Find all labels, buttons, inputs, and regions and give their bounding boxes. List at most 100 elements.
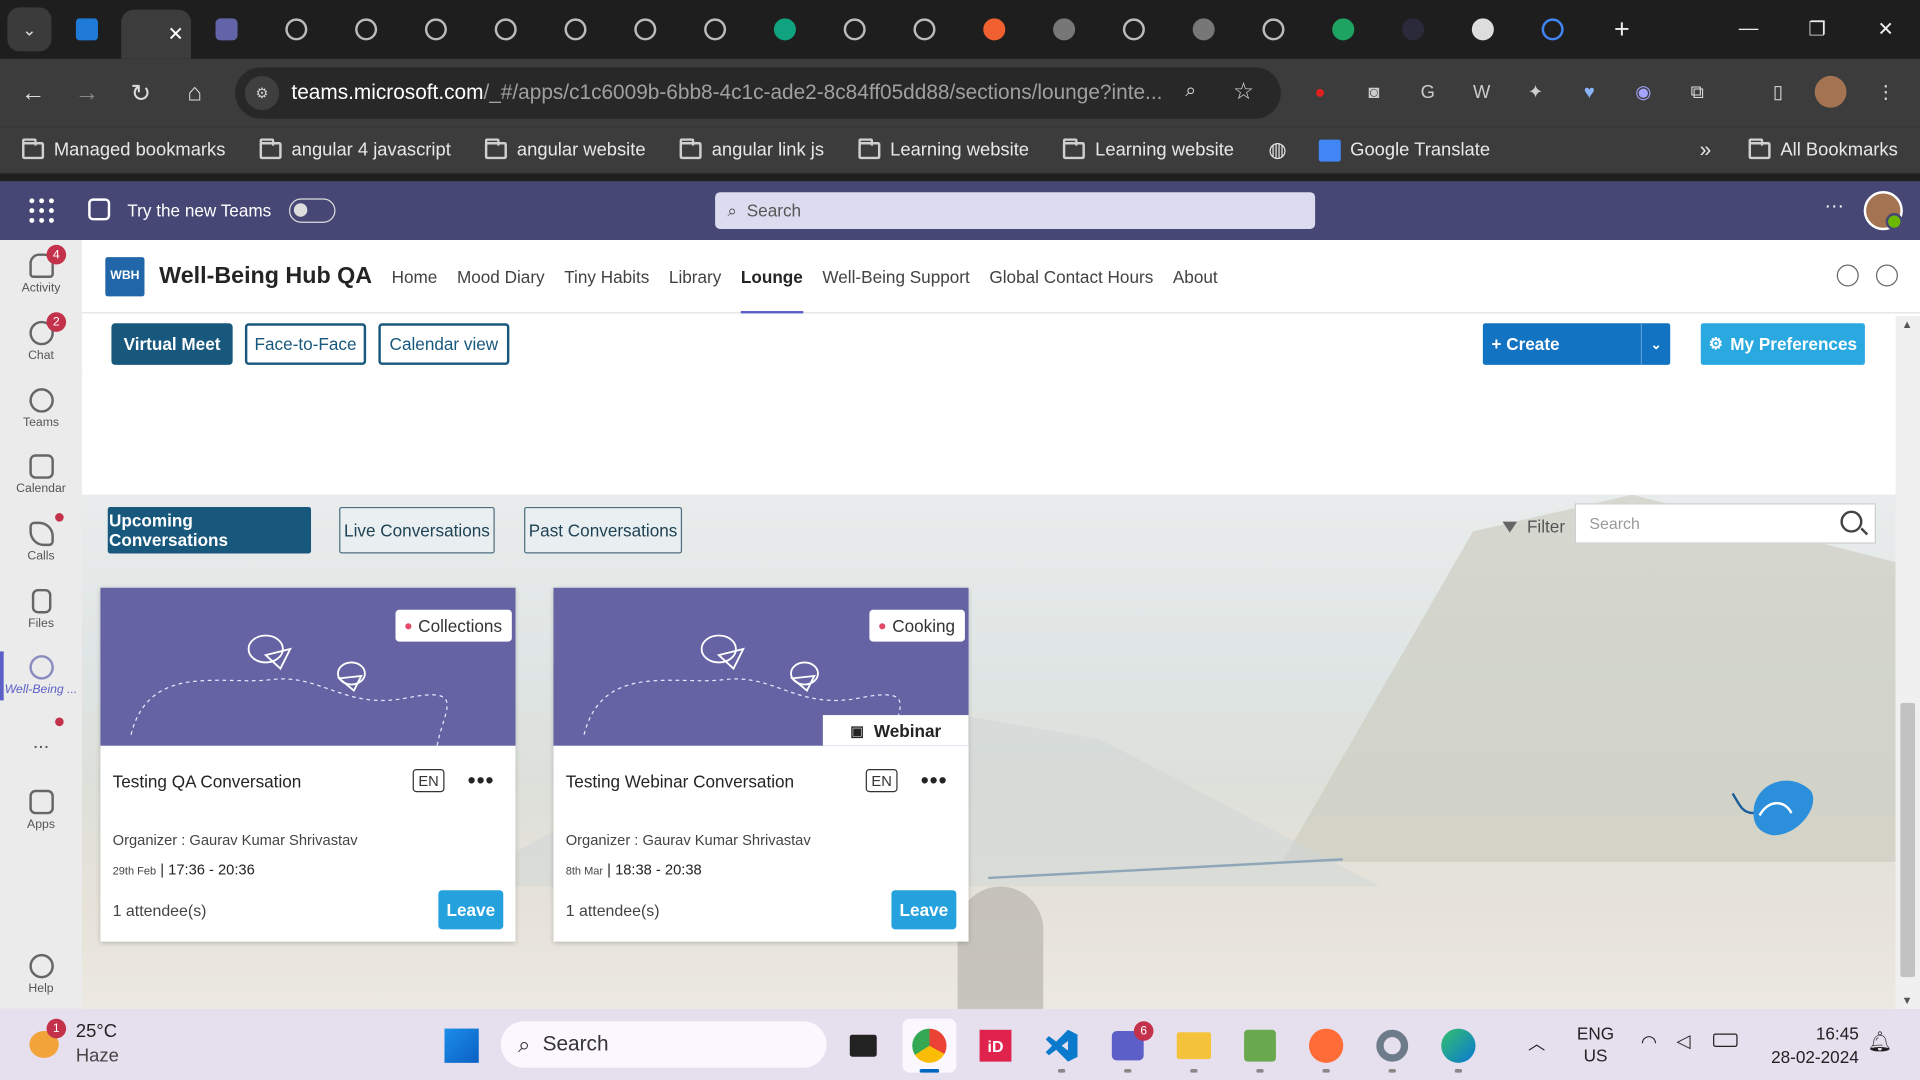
tab-global-contact-hours[interactable]: Global Contact Hours [989,240,1153,313]
tab-past-conversations[interactable]: Past Conversations [524,506,683,554]
address-bar[interactable]: ⚙ teams.microsoft.com/_#/apps/c1c6009b-6… [235,67,1281,119]
close-window-icon[interactable]: ✕ [1851,0,1920,59]
browser-tab[interactable] [261,7,331,51]
bookmark-managed[interactable]: Managed bookmarks [22,137,225,160]
app-taskbar-icon[interactable] [1233,1019,1287,1073]
edge-taskbar-icon[interactable] [1431,1019,1485,1073]
browser-tab[interactable] [680,7,750,51]
tab-tiny-habits[interactable]: Tiny Habits [564,240,649,313]
browser-tab[interactable] [959,7,1029,51]
search-icon[interactable] [1840,510,1863,533]
new-tab-button[interactable]: + [1587,7,1657,51]
close-tab-icon[interactable]: ✕ [168,22,184,46]
browser-tab[interactable] [1168,7,1238,51]
vscode-taskbar-icon[interactable] [1035,1019,1089,1073]
weather-widget[interactable]: 1 25°C Haze [24,1016,134,1072]
home-icon[interactable]: ⌂ [168,66,222,120]
filter-button[interactable]: Filter [1502,517,1565,536]
grammarly-icon[interactable]: G [1409,73,1446,110]
url-text[interactable]: teams.microsoft.com/_#/apps/c1c6009b-6bb… [291,81,1173,105]
face-to-face-button[interactable]: Face-to-Face [244,323,367,365]
refresh-icon[interactable] [1836,264,1859,287]
browser-tab[interactable] [1517,7,1587,51]
bookmark-star-icon[interactable]: ☆ [1233,78,1254,106]
globe-icon[interactable] [1875,264,1898,287]
scroll-down-icon[interactable]: ▼ [1902,994,1913,1006]
settings-taskbar-icon[interactable] [1365,1019,1419,1073]
task-view-icon[interactable] [836,1019,890,1073]
browser-tab[interactable] [1238,7,1308,51]
bookmark-google-translate[interactable]: Google Translate [1318,138,1490,162]
bookmark-folder[interactable]: angular link js [679,137,824,160]
browser-tab[interactable] [540,7,610,51]
more-options-icon[interactable]: ··· [1824,196,1844,218]
browser-menu-icon[interactable]: ⋮ [1867,73,1904,110]
zoom-icon[interactable]: ⌕ [1185,81,1196,103]
wifi-icon[interactable]: ◠ [1641,1031,1657,1053]
indesign-taskbar-icon[interactable]: iD [969,1019,1023,1073]
browser-tab[interactable] [51,7,121,51]
back-icon[interactable]: ← [6,66,60,120]
browser-tab[interactable] [470,7,540,51]
tab-upcoming-conversations[interactable]: Upcoming Conversations [107,506,312,554]
more-bookmarks-icon[interactable]: » [1700,138,1712,162]
conversation-search-input[interactable]: Search [1574,503,1876,544]
new-teams-toggle[interactable] [288,198,335,223]
rail-item-more[interactable]: ... [0,709,82,778]
tab-library[interactable]: Library [669,240,721,313]
user-avatar[interactable] [1863,191,1903,231]
rail-item-teams[interactable]: Teams [0,375,82,444]
side-panel-icon[interactable]: ▯ [1760,73,1797,110]
rail-item-files[interactable]: Files [0,576,82,645]
tab-mood-diary[interactable]: Mood Diary [457,240,545,313]
browser-tab[interactable] [400,7,470,51]
browser-tab[interactable] [610,7,680,51]
browser-tab[interactable] [191,7,261,51]
chrome-taskbar-icon[interactable] [902,1018,957,1073]
camera-extension-icon[interactable]: ◙ [1356,73,1393,110]
rail-item-chat[interactable]: Chat 2 [0,307,82,376]
extensions-puzzle-icon[interactable]: ⧉ [1679,73,1716,110]
tab-lounge[interactable]: Lounge [740,240,803,313]
virtual-meet-button[interactable]: Virtual Meet [111,323,233,365]
extension-icon[interactable]: ◉ [1625,73,1662,110]
rail-item-calls[interactable]: Calls [0,508,82,577]
browser-tab[interactable] [1098,7,1168,51]
app-launcher-icon[interactable] [29,198,54,223]
taskbar-search[interactable]: ⌕ Search [500,1021,827,1068]
input-language[interactable]: ENG US [1571,1022,1620,1066]
globe-bookmark[interactable]: ◍ [1268,138,1286,162]
rail-item-activity[interactable]: Activity 4 [0,240,82,309]
create-button[interactable]: + Create ⌄ [1482,323,1671,365]
site-info-icon[interactable]: ⚙ [244,75,280,111]
bird-mascot-icon[interactable] [1723,764,1821,850]
tab-well-being-support[interactable]: Well-Being Support [822,240,969,313]
extension-icon[interactable]: W [1463,73,1500,110]
reload-icon[interactable]: ↻ [114,66,168,120]
profile-avatar[interactable] [1814,75,1847,108]
bookmark-folder[interactable]: angular 4 javascript [259,137,451,160]
forward-icon[interactable]: → [60,66,114,120]
browser-tab[interactable] [889,7,959,51]
extension-icon[interactable]: ♥ [1571,73,1608,110]
clock[interactable]: 16:45 28-02-2024 [1753,1022,1859,1069]
more-options-icon[interactable]: ••• [921,768,948,794]
rail-item-apps[interactable]: Apps [0,776,82,845]
browser-tab[interactable] [749,7,819,51]
bookmark-folder[interactable]: angular website [485,137,646,160]
tab-home[interactable]: Home [392,240,438,313]
browser-tab[interactable] [1308,7,1378,51]
chevron-down-icon[interactable]: ⌄ [1640,323,1670,365]
rail-item-help[interactable]: Help [0,940,82,1009]
browser-tab[interactable] [1378,7,1448,51]
calendar-view-button[interactable]: Calendar view [378,323,510,365]
browser-tab[interactable] [1029,7,1099,51]
rail-item-calendar[interactable]: Calendar [0,441,82,510]
teams-taskbar-icon[interactable]: 6 [1101,1019,1155,1073]
bookmark-folder[interactable]: Learning website [1063,137,1234,160]
my-preferences-button[interactable]: ⚙ My Preferences [1700,323,1865,365]
more-options-icon[interactable]: ••• [468,768,495,794]
volume-icon[interactable]: ◁ [1676,1030,1690,1052]
scroll-up-icon[interactable]: ▲ [1902,318,1913,330]
browser-tab[interactable] [331,7,401,51]
